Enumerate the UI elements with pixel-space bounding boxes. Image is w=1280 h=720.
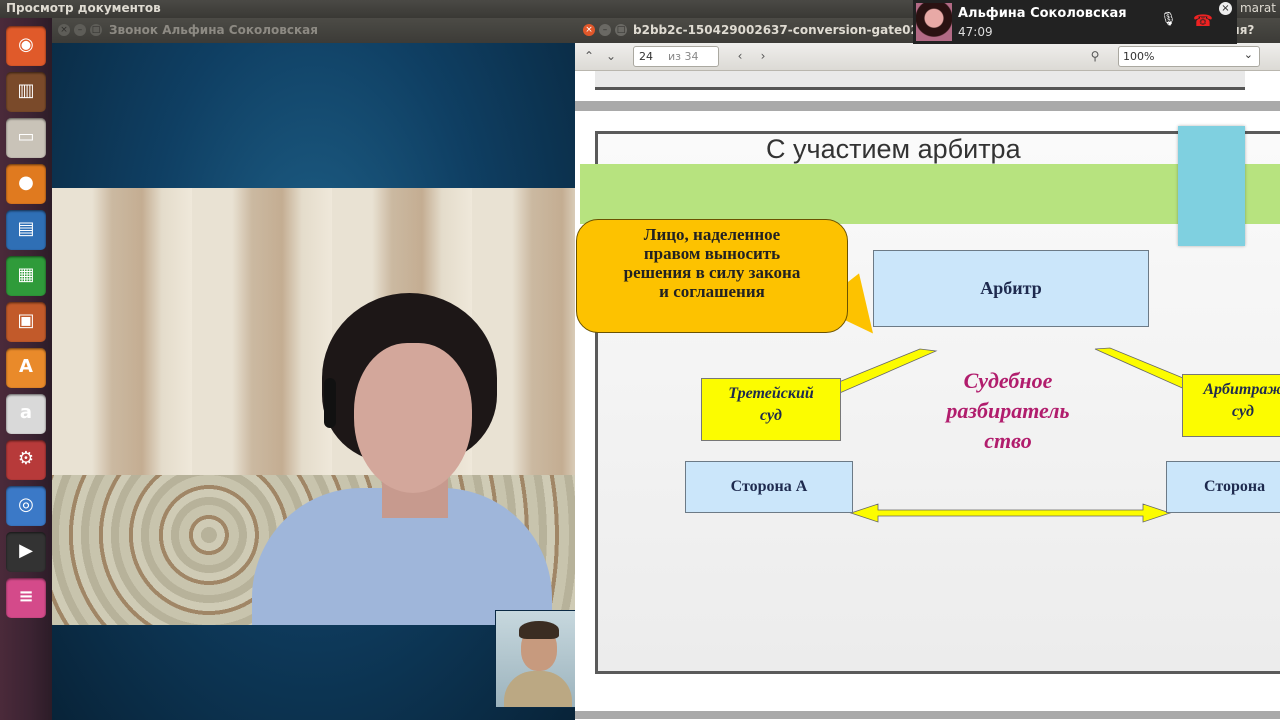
callout-line-2: правом выносить [643, 244, 781, 263]
commercial-court-line-1: Арбитраж [1203, 381, 1280, 398]
back-icon[interactable]: ‹ [730, 47, 750, 65]
arbitration-court-line-2: суд [760, 407, 782, 424]
close-icon[interactable]: × [1219, 2, 1232, 15]
self-video-preview[interactable] [495, 610, 575, 708]
party-a-box: Сторона А [685, 461, 853, 513]
video-editor-icon[interactable]: ▶ [6, 532, 46, 572]
proceedings-line-1: Судебное [963, 368, 1053, 393]
search-icon[interactable]: ⚲ [1085, 47, 1105, 65]
settings-icon-glyph: ⚙ [17, 448, 35, 469]
proceedings-label: Судебное разбиратель ство [928, 366, 1088, 456]
chromium-icon[interactable]: ◎ [6, 486, 46, 526]
files-icon-glyph: ▭ [17, 126, 35, 147]
self-view-hair [519, 621, 559, 639]
callout-line-1: Лицо, наделенное [643, 225, 781, 244]
avatar [916, 3, 952, 41]
writer-icon[interactable]: ▤ [6, 210, 46, 250]
impress-icon-glyph: ▣ [17, 310, 35, 331]
stacked-apps-icon[interactable]: ≡ [6, 578, 46, 618]
video-editor-icon-glyph: ▶ [19, 540, 33, 561]
proceedings-line-2: разбиратель [946, 398, 1070, 423]
software-center-icon-glyph: A [19, 356, 33, 377]
close-icon[interactable]: × [58, 24, 70, 36]
ubuntu-home-icon-glyph: ◉ [18, 34, 34, 55]
bookshelf-icon-glyph: ▥ [17, 80, 35, 101]
previous-page [575, 71, 1280, 101]
person-face [354, 343, 472, 493]
calc-icon[interactable]: ▦ [6, 256, 46, 296]
firefox-icon-glyph: ● [18, 172, 34, 193]
previous-page-icon[interactable]: ⌃ [579, 47, 599, 65]
document-page: С участием арбитра Лицо, наделенное прав… [575, 111, 1280, 711]
arbiter-box: Арбитр [873, 250, 1149, 327]
close-icon[interactable]: × [583, 24, 595, 36]
callout-line-4: и соглашения [659, 282, 765, 301]
next-page-icon[interactable]: ⌄ [601, 47, 621, 65]
remote-video [52, 188, 575, 625]
software-center-icon[interactable]: A [6, 348, 46, 388]
commercial-court-box: Арбитраж суд [1182, 374, 1280, 437]
amazon-icon-glyph: a [19, 402, 33, 423]
hang-up-icon[interactable]: ☎ [1193, 11, 1213, 30]
viewer-toolbar: ⌃ ⌄ 24 из 34 ‹ › ⚲ 100% ⌄ [575, 43, 1280, 71]
files-icon[interactable]: ▭ [6, 118, 46, 158]
call-window-title: Звонок Альфина Соколовская [109, 23, 318, 37]
settings-icon[interactable]: ⚙ [6, 440, 46, 480]
minimize-icon[interactable]: – [599, 24, 611, 36]
caller-name: Альфина Соколовская [958, 6, 1127, 21]
impress-icon[interactable]: ▣ [6, 302, 46, 342]
chevron-down-icon: ⌄ [1243, 48, 1253, 61]
chromium-icon-glyph: ◎ [18, 494, 34, 515]
user-menu[interactable]: marat [1240, 1, 1276, 15]
slide: С участием арбитра Лицо, наделенное прав… [576, 126, 1280, 674]
document-viewer-window: × – □ b2bb2c-150429002637-conversion-gat… [575, 18, 1280, 720]
arbitration-court-line-1: Третейский [728, 385, 814, 402]
ubuntu-home-icon[interactable]: ◉ [6, 26, 46, 66]
firefox-icon[interactable]: ● [6, 164, 46, 204]
definition-callout: Лицо, наделенное правом выносить решения… [576, 219, 848, 333]
forward-icon[interactable]: › [753, 47, 773, 65]
document-area[interactable]: С участием арбитра Лицо, наделенное прав… [575, 71, 1280, 720]
arbitration-court-box: Третейский суд [701, 378, 841, 441]
commercial-court-line-2: суд [1232, 403, 1254, 420]
zoom-value: 100% [1123, 50, 1155, 63]
slide-title-band [580, 164, 1280, 224]
calc-icon-glyph: ▦ [17, 264, 35, 285]
page-total: из 34 [668, 50, 699, 63]
call-window: × – □ Звонок Альфина Соколовская [52, 18, 575, 720]
call-notification[interactable]: Альфина Соколовская 47:09 🎙 ☎ × [913, 0, 1237, 44]
headset-icon [324, 378, 336, 428]
page-number-field[interactable]: 24 из 34 [633, 46, 719, 67]
minimize-icon[interactable]: – [74, 24, 86, 36]
party-b-box: Сторона [1166, 461, 1280, 513]
launcher: ◉ ▥ ▭ ● ▤ ▦ ▣ Aa ⚙ ◎ ▶ ≡ [0, 18, 52, 720]
zoom-select[interactable]: 100% ⌄ [1118, 46, 1260, 67]
proceedings-line-3: ство [984, 428, 1032, 453]
bookshelf-icon[interactable]: ▥ [6, 72, 46, 112]
callout-line-3: решения в силу закона [623, 263, 801, 282]
slide-accent-block [1178, 126, 1245, 246]
maximize-icon[interactable]: □ [90, 24, 102, 36]
amazon-icon[interactable]: a [6, 394, 46, 434]
writer-icon-glyph: ▤ [17, 218, 35, 239]
stacked-apps-icon-glyph: ≡ [18, 586, 34, 607]
call-duration: 47:09 [958, 25, 993, 39]
current-page: 24 [639, 50, 653, 63]
maximize-icon[interactable]: □ [615, 24, 627, 36]
slide-title: С участием арбитра [766, 134, 1021, 164]
active-app-title: Просмотр документов [6, 1, 161, 15]
previous-slide-edge [595, 71, 1245, 90]
microphone-icon[interactable]: 🎙 [1160, 12, 1177, 30]
call-titlebar: × – □ Звонок Альфина Соколовская [52, 18, 575, 43]
